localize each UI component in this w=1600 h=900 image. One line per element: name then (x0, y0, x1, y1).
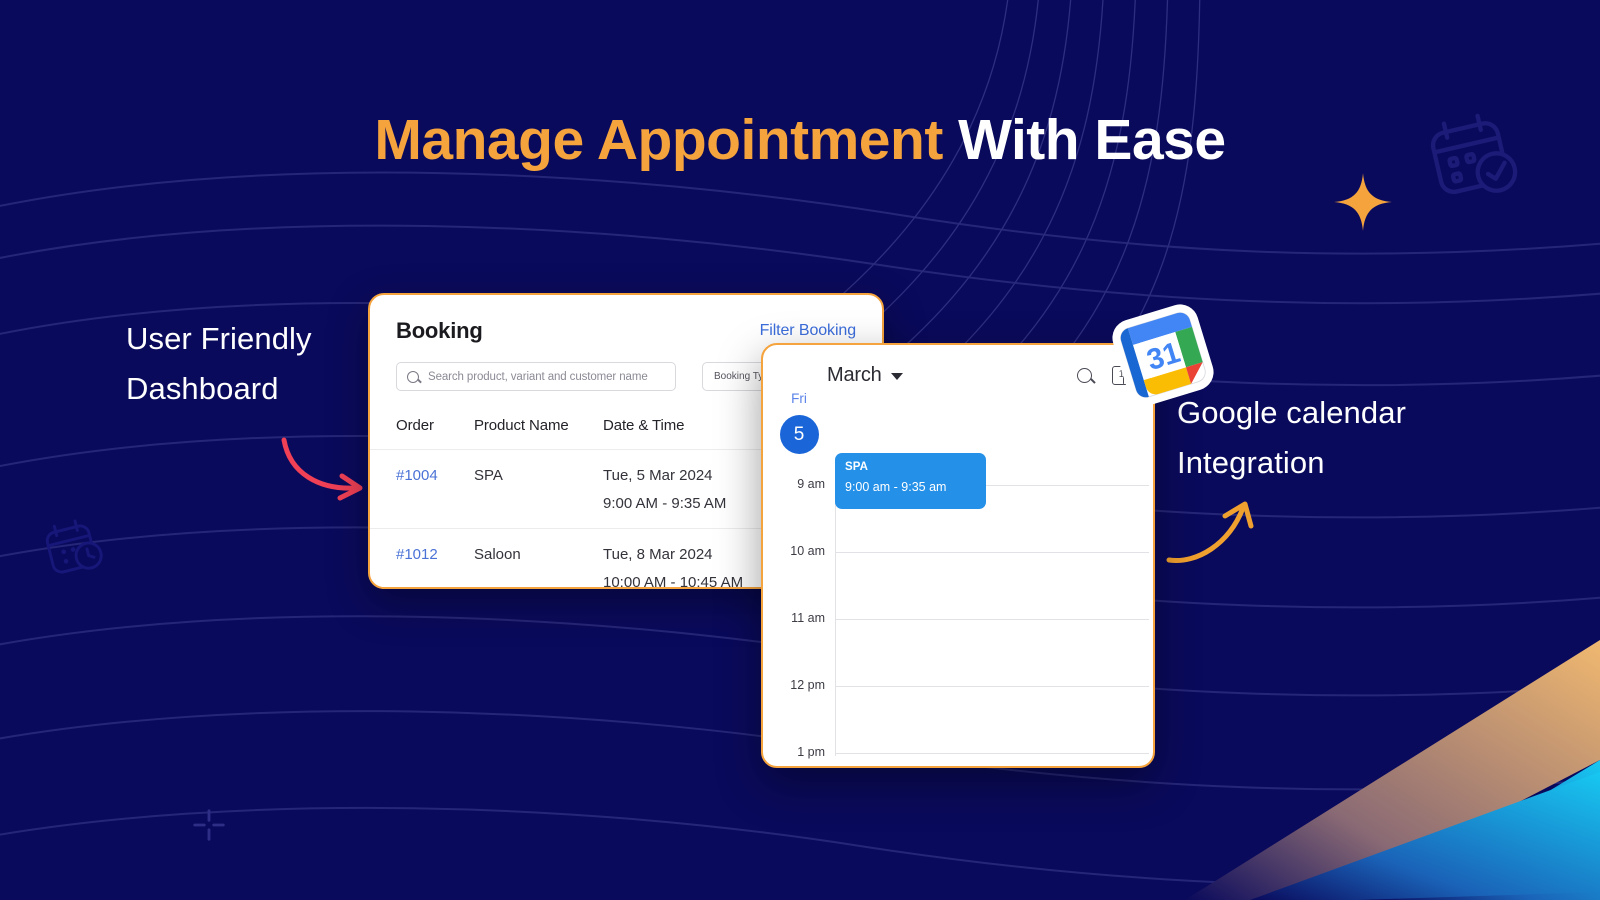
event-title: SPA (845, 461, 869, 473)
order-link[interactable]: #1012 (396, 546, 438, 563)
search-input[interactable]: Search product, variant and customer nam… (396, 362, 676, 391)
month-selector[interactable]: March (827, 364, 903, 387)
time-value: 10:00 AM - 10:45 AM (603, 574, 744, 589)
calendar-time-grid: 9 am 10 am 11 am 12 pm 1 pm (763, 477, 1153, 766)
caption-user-friendly-dashboard: User Friendly Dashboard (126, 314, 312, 414)
search-icon (407, 370, 419, 383)
time-slot-label: 12 pm (790, 678, 825, 692)
table-cell-date-time: Tue, 5 Mar 2024 9:00 AM - 9:35 AM (603, 467, 766, 512)
time-slot-line (835, 686, 1149, 687)
time-slot-label: 11 am (791, 611, 825, 625)
event-time: 9:00 am - 9:35 am (845, 480, 947, 494)
search-input-placeholder: Search product, variant and customer nam… (428, 370, 648, 383)
calendar-clock-icon (45, 519, 103, 574)
time-slot[interactable]: 10 am (763, 544, 1153, 619)
booking-card-header: Booking Filter Booking (370, 295, 882, 344)
order-link[interactable]: #1004 (396, 467, 438, 484)
table-cell-order: #1012 (396, 546, 474, 564)
day-number-badge[interactable]: 5 (779, 415, 819, 454)
booking-title: Booking (396, 318, 483, 343)
column-header-date-time: Date & Time (603, 417, 685, 434)
date-value: Tue, 5 Mar 2024 (603, 467, 713, 484)
day-name-label: Fri (791, 391, 807, 406)
time-slot[interactable]: 12 pm (763, 678, 1153, 753)
curved-arrow-up-icon (1166, 501, 1254, 563)
table-cell-product: SPA (474, 467, 603, 484)
time-slot-line (835, 753, 1149, 754)
page-title: Manage Appointment With Ease (0, 108, 1600, 174)
time-value: 9:00 AM - 9:35 AM (603, 495, 727, 512)
calendar-day-column: Fri 5 (763, 391, 835, 454)
google-calendar-card: March 1 Fri 5 9 am 10 am 11 am 12 pm 1 p… (761, 343, 1155, 768)
crosshair-icon (193, 809, 225, 841)
search-icon[interactable] (1077, 367, 1092, 383)
time-slot-label: 9 am (797, 477, 825, 491)
caption-right-line-2: Integration (1177, 445, 1325, 481)
column-header-order: Order (396, 417, 434, 434)
column-header-product-name: Product Name (474, 417, 569, 434)
calendar-event-spa[interactable]: SPA 9:00 am - 9:35 am (835, 453, 986, 509)
time-slot[interactable]: 11 am (763, 611, 1153, 686)
table-cell-order: #1004 (396, 467, 474, 485)
filter-booking-link[interactable]: Filter Booking (760, 322, 857, 340)
product-name-value: SPA (474, 467, 503, 484)
time-slot-label: 10 am (790, 544, 825, 558)
diagonal-stripes (1185, 640, 1600, 900)
table-cell-product: Saloon (474, 546, 603, 563)
caption-left-line-2: Dashboard (126, 371, 279, 407)
curved-arrow-right-icon (281, 437, 363, 501)
time-slot-line (835, 619, 1149, 620)
caption-google-calendar-integration: Google calendar Integration (1177, 388, 1406, 488)
product-name-value: Saloon (474, 546, 521, 563)
calendar-header: March 1 (763, 345, 1153, 391)
date-value: Tue, 8 Mar 2024 (603, 546, 713, 563)
page-title-accent: Manage Appointment (374, 108, 943, 172)
month-label: March (827, 363, 882, 386)
page-title-plain: With Ease (958, 108, 1226, 172)
chevron-down-icon (890, 373, 903, 380)
promo-banner: Manage Appointment With Ease User Friend… (0, 0, 1600, 900)
time-slot-line (835, 552, 1149, 553)
sparkle-icon (1334, 173, 1392, 231)
time-slot[interactable]: 1 pm (763, 745, 1153, 766)
time-slot-label: 1 pm (797, 745, 825, 759)
caption-right-line-1: Google calendar (1177, 395, 1406, 430)
table-cell-date-time: Tue, 8 Mar 2024 10:00 AM - 10:45 AM (603, 546, 766, 589)
caption-left-line-1: User Friendly (126, 321, 312, 356)
